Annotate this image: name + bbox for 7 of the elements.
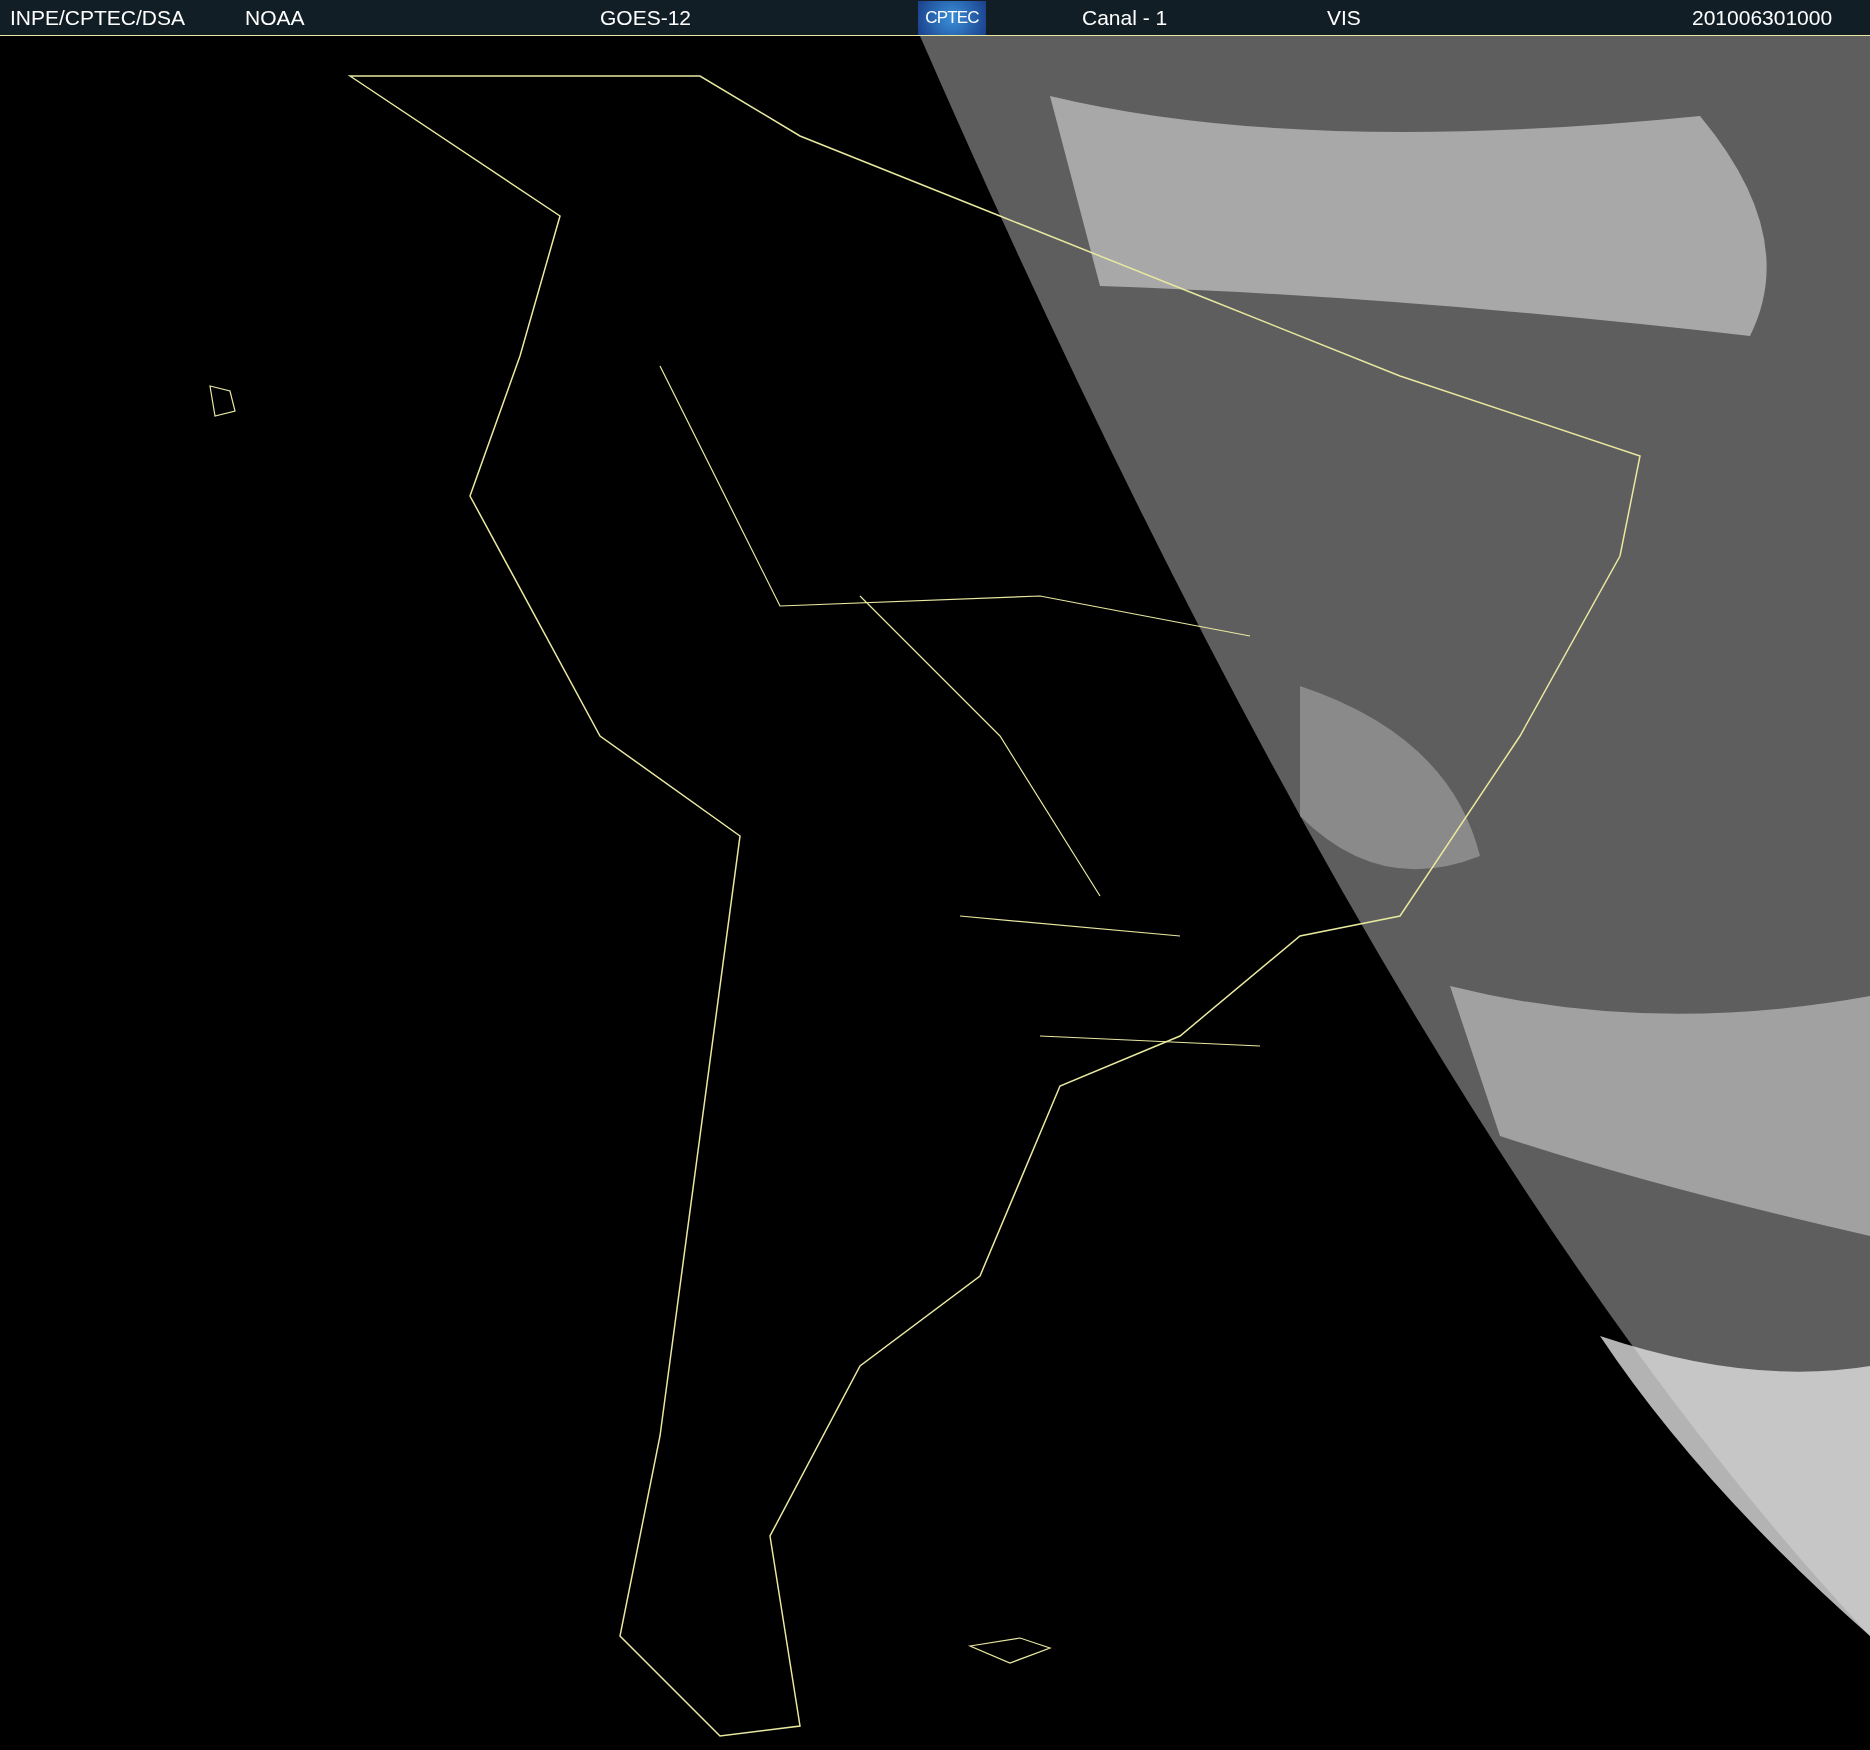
channel-label: Canal - 1 — [1082, 4, 1169, 31]
logo: CPTEC — [918, 0, 986, 35]
timestamp-label: 201006301000 — [1692, 4, 1833, 31]
source-label: INPE/CPTEC/DSA — [10, 4, 187, 31]
agency-label: NOAA — [245, 4, 306, 31]
satellite-label: GOES-12 — [600, 4, 693, 31]
band-label: VIS — [1327, 4, 1362, 31]
